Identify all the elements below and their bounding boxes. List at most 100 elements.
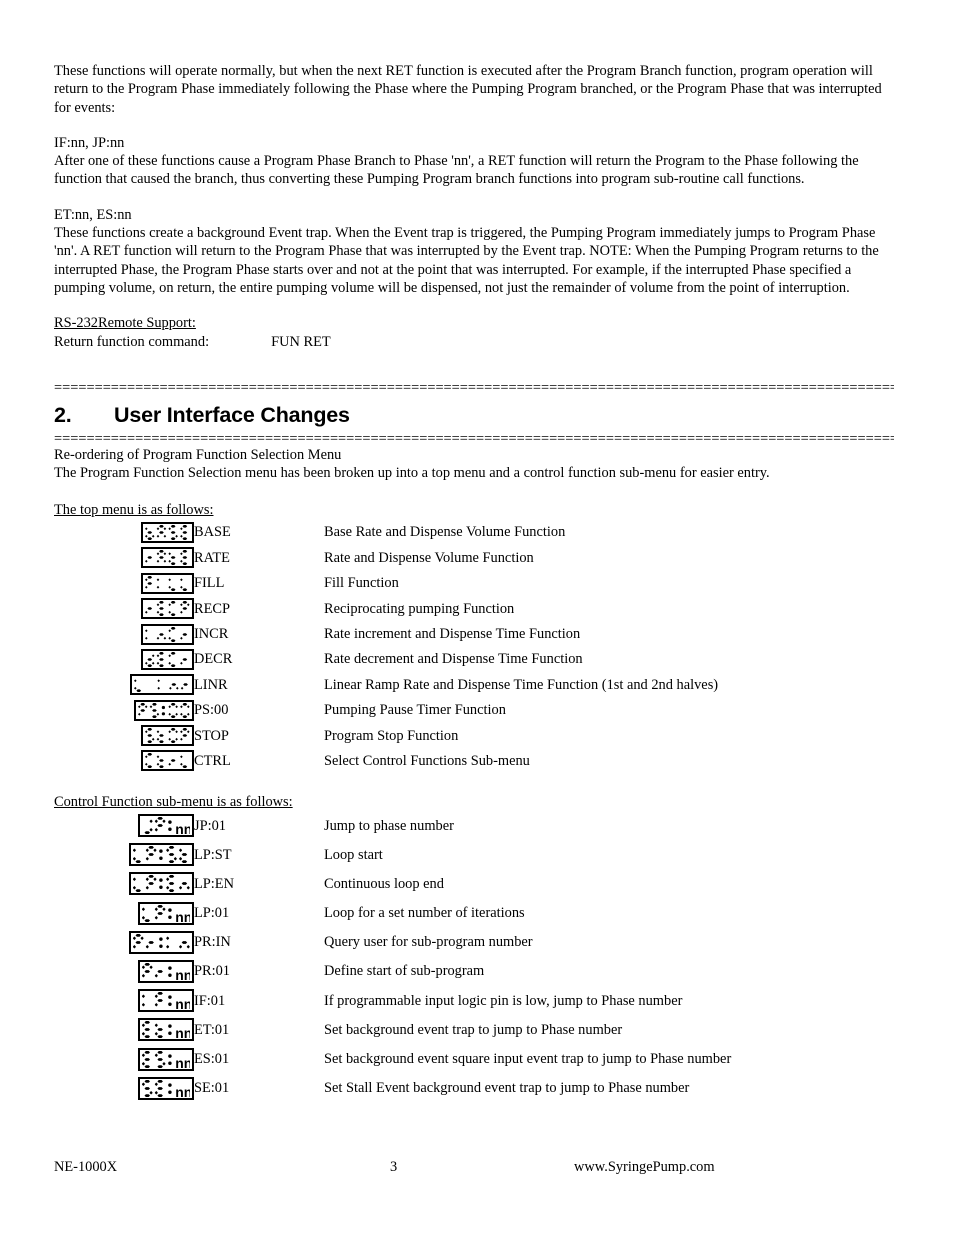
svg-text:nn: nn bbox=[175, 996, 190, 1009]
section-title: User Interface Changes bbox=[114, 402, 350, 427]
menu-code: JP:01 bbox=[194, 817, 226, 834]
menu-code: IF:01 bbox=[194, 992, 226, 1009]
menu-code: PR:IN bbox=[194, 934, 231, 951]
svg-text:nn: nn bbox=[175, 821, 190, 834]
footer-page-number: 3 bbox=[390, 1159, 398, 1175]
footer-model: NE-1000X bbox=[54, 1159, 118, 1175]
menu-row: nn LP:01 Loop for a set number of iteratio… bbox=[54, 899, 884, 928]
menu-description: Rate increment and Dispense Time Functio… bbox=[324, 626, 581, 642]
menu-row: FILL Fill Function bbox=[54, 571, 884, 596]
if-jp-body: After one of these functions cause a Pro… bbox=[54, 153, 859, 188]
footer-website: www.SyringePump.com bbox=[574, 1159, 715, 1175]
menu-row: CTRL Select Control Functions Sub-menu bbox=[54, 748, 884, 773]
menu-code: SE:01 bbox=[194, 1080, 230, 1097]
lcd-cell: nn bbox=[54, 811, 194, 840]
menu-code: PS:00 bbox=[194, 702, 229, 719]
menu-code: PR:01 bbox=[194, 963, 230, 980]
menu-description: Rate and Dispense Volume Function bbox=[324, 549, 534, 566]
lcd-cell bbox=[54, 672, 194, 697]
menu-description: Pumping Pause Timer Function bbox=[324, 702, 506, 719]
svg-text:nn: nn bbox=[175, 1025, 190, 1038]
menu-description: Program Stop Function bbox=[324, 727, 459, 744]
lcd-display-lp-01: nn bbox=[138, 901, 194, 925]
menu-row: nn JP:01 Jump to phase number bbox=[54, 811, 884, 840]
menu-row: BASE Base Rate and Dispense Volume Functi… bbox=[54, 520, 884, 545]
if-jp-title: IF:nn, JP:nn bbox=[54, 134, 125, 151]
menu-description: Set background event square input event … bbox=[324, 1051, 732, 1068]
lcd-display-lp-st bbox=[129, 843, 194, 867]
lcd-display-linr bbox=[129, 674, 194, 696]
menu-description: If programmable input logic pin is low, … bbox=[324, 992, 683, 1009]
menu-code: LP:01 bbox=[194, 905, 230, 922]
menu-row: LP:EN Continuous loop end bbox=[54, 869, 884, 898]
menu-description: Fill Function bbox=[324, 575, 399, 592]
lcd-display-stop bbox=[141, 725, 194, 747]
menu-code: LINR bbox=[194, 676, 228, 693]
lcd-cell bbox=[54, 697, 194, 722]
menu-code: DECR bbox=[194, 651, 233, 668]
menu-row: LP:ST Loop start bbox=[54, 840, 884, 869]
page-title: 2. User Interface Changes bbox=[54, 402, 894, 428]
sub-menu-table: nn JP:01 Jump to phase number LP:ST Loop sta… bbox=[54, 811, 884, 1103]
separator-rule-top: ========================================… bbox=[54, 383, 894, 395]
menu-row: DECR Rate decrement and Dispense Time Fun… bbox=[54, 647, 884, 672]
lcd-cell: nn bbox=[54, 1074, 194, 1103]
menu-description: Set background event trap to jump to Pha… bbox=[324, 1021, 623, 1038]
menu-row: STOP Program Stop Function bbox=[54, 723, 884, 748]
lcd-cell: nn bbox=[54, 899, 194, 928]
lcd-display-base bbox=[141, 521, 194, 543]
menu-description: Query user for sub-program number bbox=[324, 934, 533, 951]
lcd-display-ctrl bbox=[141, 750, 194, 772]
lcd-cell bbox=[54, 647, 194, 672]
lcd-cell: nn bbox=[54, 1044, 194, 1073]
menu-row: PR:IN Query user for sub-program number bbox=[54, 928, 884, 957]
menu-row: nn ES:01 Set background event square input… bbox=[54, 1044, 884, 1073]
lcd-cell: nn bbox=[54, 986, 194, 1015]
lcd-cell bbox=[54, 520, 194, 545]
menu-row: RECP Reciprocating pumping Function bbox=[54, 596, 884, 621]
separator-rule-bottom: ========================================… bbox=[54, 434, 894, 446]
top-menu-heading-wrap: The top menu is as follows: bbox=[54, 501, 894, 519]
lcd-cell bbox=[54, 928, 194, 957]
lcd-display-jp-01: nn bbox=[138, 814, 194, 838]
lcd-cell bbox=[54, 571, 194, 596]
menu-description: Define start of sub-program bbox=[324, 963, 485, 980]
lcd-display-ps-00 bbox=[134, 699, 194, 721]
menu-code: STOP bbox=[194, 727, 229, 744]
lcd-cell bbox=[54, 748, 194, 773]
menu-description: Loop for a set number of iterations bbox=[324, 905, 525, 922]
menu-description: Reciprocating pumping Function bbox=[324, 600, 515, 617]
menu-description: Linear Ramp Rate and Dispense Time Funct… bbox=[324, 676, 719, 693]
rs232-command-row: Return function command: FUN RET bbox=[54, 333, 894, 351]
et-es-title: ET:nn, ES:nn bbox=[54, 206, 132, 223]
menu-row: nn IF:01 If programmable input logic pin i… bbox=[54, 986, 884, 1015]
menu-row: INCR Rate increment and Dispense Time Fun… bbox=[54, 621, 884, 646]
lcd-cell bbox=[54, 869, 194, 898]
menu-row: nn SE:01 Set Stall Event background event … bbox=[54, 1074, 884, 1103]
menu-row: nn PR:01 Define start of sub-program bbox=[54, 957, 884, 986]
sub-menu-rows: nn JP:01 Jump to phase number LP:ST Loop sta… bbox=[54, 811, 884, 1103]
lcd-display-if-01: nn bbox=[138, 989, 194, 1013]
section-number: 2. bbox=[54, 402, 72, 427]
subsection-body: The Program Function Selection menu has … bbox=[54, 465, 770, 482]
menu-row: nn ET:01 Set background event trap to jump… bbox=[54, 1015, 884, 1044]
intro-paragraph: These functions will operate normally, b… bbox=[54, 63, 882, 116]
menu-row: LINR Linear Ramp Rate and Dispense Time F… bbox=[54, 672, 884, 697]
menu-code: CTRL bbox=[194, 752, 231, 769]
menu-code: LP:EN bbox=[194, 875, 234, 892]
rs232-heading-wrap: RS-232Remote Support: bbox=[54, 314, 894, 332]
menu-code: LP:ST bbox=[194, 846, 232, 863]
lcd-cell: nn bbox=[54, 1015, 194, 1044]
top-menu-heading: The top menu is as follows: bbox=[54, 502, 214, 519]
menu-description: Rate decrement and Dispense Time Functio… bbox=[324, 651, 583, 668]
menu-description: Base Rate and Dispense Volume Function bbox=[324, 524, 566, 541]
lcd-display-se-01: nn bbox=[138, 1076, 194, 1100]
lcd-cell bbox=[54, 545, 194, 570]
rs232-command-value: FUN RET bbox=[271, 333, 331, 350]
menu-description: Loop start bbox=[324, 846, 383, 863]
